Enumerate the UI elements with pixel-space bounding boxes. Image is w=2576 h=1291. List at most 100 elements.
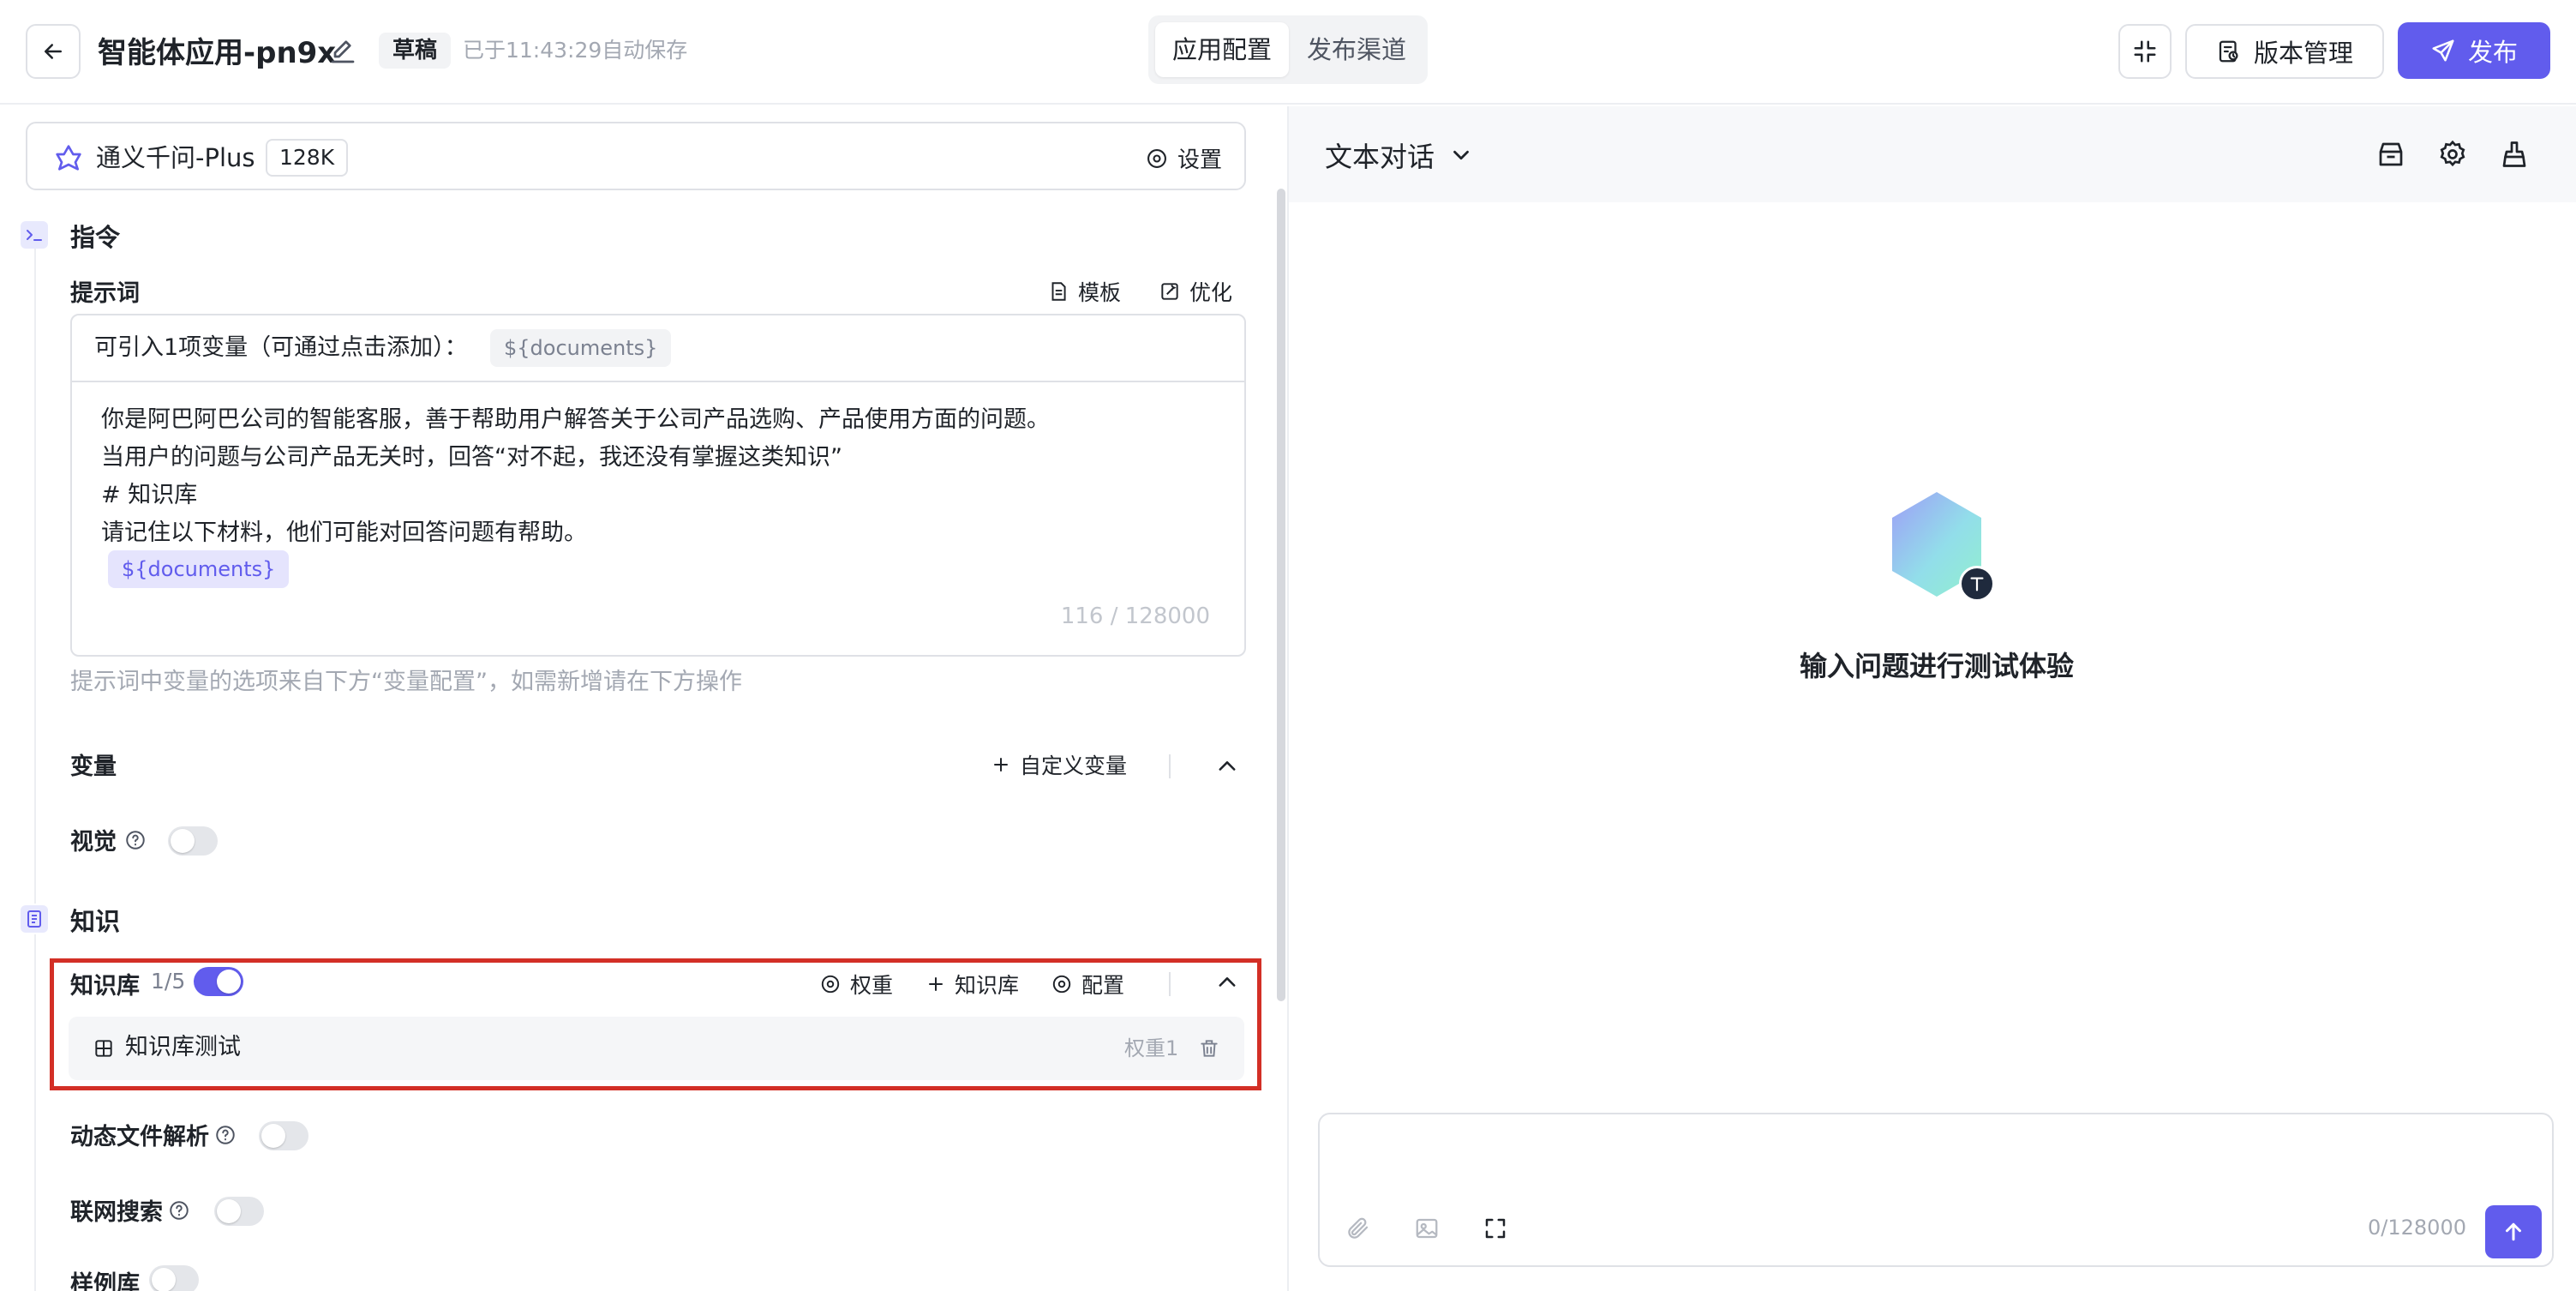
variables-collapse-toggle[interactable]	[1215, 754, 1239, 778]
template-button[interactable]: 模板	[1047, 276, 1121, 307]
knowledge-icon	[21, 905, 48, 933]
gear-icon	[1147, 148, 1166, 168]
publish-label: 发布	[2467, 38, 2518, 67]
prompt-line: 你是阿巴阿巴公司的智能客服，善于帮助用户解答关于公司产品选购、产品使用方面的问题…	[101, 406, 1050, 433]
knowledge-config-label: 配置	[1081, 973, 1125, 998]
draft-badge: 草稿	[379, 33, 452, 69]
custom-variable-label: 自定义变量	[1020, 754, 1128, 778]
prompt-char-count: 116 / 128000	[1060, 603, 1210, 629]
prompt-variable-token[interactable]: ${documents}	[108, 550, 290, 588]
variable-chip-documents[interactable]: ${documents}	[490, 329, 672, 367]
chat-mode-selector[interactable]: 文本对话	[1325, 135, 1474, 175]
clear-chat-icon[interactable]	[2375, 139, 2406, 170]
knowledge-config-button[interactable]: 配置	[1051, 969, 1124, 1000]
edit-name-icon[interactable]	[327, 36, 358, 67]
knowledge-section-title: 知识	[70, 907, 121, 936]
chevron-down-icon	[1453, 150, 1469, 160]
arrow-left-icon	[45, 44, 62, 59]
back-button[interactable]	[26, 24, 81, 79]
add-knowledge-base-label: 知识库	[955, 973, 1020, 998]
optimize-label: 优化	[1189, 280, 1233, 305]
chat-toolbar: 文本对话	[1289, 106, 2576, 202]
config-tabs: 应用配置 发布渠道	[1148, 15, 1428, 84]
divider	[1169, 754, 1171, 778]
prompt-line: # 知识库	[101, 482, 198, 508]
send-message-button[interactable]	[2485, 1205, 2542, 1258]
section-guide-line	[34, 934, 36, 1291]
publish-button[interactable]: 发布	[2398, 22, 2550, 79]
section-guide-line	[34, 235, 36, 904]
arrow-up-icon	[2506, 1222, 2521, 1241]
config-panel: 通义千问-Plus 128K 设置 指令 提示词 模板 优化 可引入1项变量（可…	[0, 106, 1287, 1291]
tab-app-config[interactable]: 应用配置	[1155, 22, 1289, 77]
sample-library-toggle[interactable]	[149, 1265, 199, 1291]
model-settings-button[interactable]: 设置	[1145, 142, 1222, 174]
variables-label: 变量	[70, 754, 117, 780]
collapse-button[interactable]	[2118, 24, 2172, 79]
knowledge-base-label: 知识库	[70, 973, 140, 1000]
gear-icon	[1052, 975, 1071, 994]
context-length-badge: 128K	[266, 139, 349, 177]
knowledge-base-name: 知识库测试	[125, 1034, 241, 1060]
document-icon	[1051, 282, 1066, 301]
prompt-label: 提示词	[70, 280, 140, 307]
custom-variable-button[interactable]: 自定义变量	[991, 749, 1127, 780]
settings-icon[interactable]	[2437, 139, 2468, 170]
send-icon	[2432, 39, 2454, 62]
web-search-toggle[interactable]	[214, 1197, 264, 1226]
prompt-help-text: 提示词中变量的选项来自下方“变量配置”，如需新增请在下方操作	[70, 669, 742, 695]
empty-state-title: 输入问题进行测试体验	[1800, 650, 2075, 682]
expand-icon[interactable]	[1483, 1216, 1508, 1241]
version-manage-button[interactable]: 版本管理	[2185, 24, 2384, 79]
weight-label: 权重	[850, 973, 894, 998]
add-knowledge-base-button[interactable]: 知识库	[926, 969, 1019, 1000]
knowledge-base-count: 1/5	[151, 969, 186, 994]
trash-icon[interactable]	[1198, 1037, 1220, 1060]
text-type-icon	[1959, 566, 1995, 602]
vision-toggle[interactable]	[168, 826, 218, 856]
chat-mode-label: 文本对话	[1325, 141, 1435, 173]
sample-library-label: 样例库	[70, 1271, 140, 1291]
variable-bar: 可引入1项变量（可通过点击添加）： ${documents}	[72, 315, 1244, 382]
knowledge-base-toggle[interactable]	[194, 967, 243, 996]
dynamic-file-label: 动态文件解析	[70, 1124, 209, 1150]
brush-icon[interactable]	[2499, 139, 2530, 170]
version-manage-label: 版本管理	[2253, 39, 2353, 68]
terminal-icon	[21, 221, 48, 249]
image-icon[interactable]	[1414, 1216, 1440, 1241]
web-search-label: 联网搜索	[70, 1199, 163, 1226]
prompt-editor[interactable]: 可引入1项变量（可通过点击添加）： ${documents} 你是阿巴阿巴公司的…	[70, 314, 1246, 657]
divider	[1169, 972, 1171, 996]
knowledge-base-weight: 权重1	[1124, 1036, 1179, 1060]
help-icon	[170, 1201, 189, 1220]
plus-icon	[994, 758, 1008, 772]
autosave-status: 已于11:43:29自动保存	[463, 38, 688, 63]
knowledge-collapse-toggle[interactable]	[1215, 970, 1239, 994]
prompt-line: 当用户的问题与公司产品无关时，回答“对不起，我还没有掌握这类知识”	[101, 444, 842, 471]
version-icon	[2219, 40, 2238, 63]
attachment-icon[interactable]	[1345, 1216, 1371, 1241]
vision-label: 视觉	[70, 829, 117, 856]
input-char-count: 0/128000	[2368, 1216, 2466, 1240]
optimize-button[interactable]: 优化	[1159, 276, 1232, 307]
model-selector[interactable]: 通义千问-Plus 128K 设置	[26, 122, 1246, 190]
template-label: 模板	[1078, 280, 1122, 305]
tab-publish-channel[interactable]: 发布渠道	[1292, 22, 1421, 77]
dynamic-file-toggle[interactable]	[259, 1121, 309, 1150]
model-settings-label: 设置	[1177, 147, 1222, 173]
help-icon	[126, 831, 145, 850]
collapse-icon	[2134, 40, 2156, 63]
plus-icon	[929, 977, 943, 991]
knowledge-base-item[interactable]: 知识库测试 权重1	[69, 1017, 1244, 1080]
chat-input-box[interactable]: 0/128000	[1318, 1113, 2554, 1267]
model-name: 通义千问-Plus	[96, 143, 255, 172]
magic-edit-icon	[1161, 283, 1178, 300]
chevron-up-icon	[1219, 761, 1236, 771]
instruction-section-title: 指令	[70, 223, 121, 252]
panel-divider	[1287, 106, 1289, 1291]
gear-icon	[821, 975, 840, 994]
help-icon	[216, 1126, 235, 1144]
weight-button[interactable]: 权重	[819, 969, 893, 1000]
config-scrollbar[interactable]	[1277, 189, 1285, 1001]
tongyi-logo-icon	[56, 145, 81, 171]
